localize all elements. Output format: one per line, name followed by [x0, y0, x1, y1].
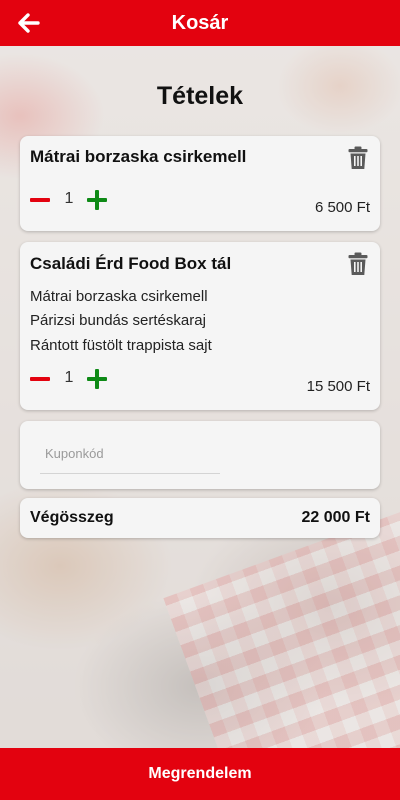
plus-icon[interactable] — [86, 368, 108, 390]
item-price: 6 500 Ft — [314, 199, 370, 216]
item-price: 15 500 Ft — [306, 378, 370, 395]
order-button[interactable]: Megrendelem — [0, 748, 400, 800]
quantity-value: 1 — [64, 190, 74, 207]
coupon-input[interactable]: Kuponkód — [45, 446, 104, 461]
sub-item-label: Párizsi bundás sertéskaraj — [30, 312, 206, 329]
sub-item-label: Mátrai borzaska csirkemell — [30, 288, 208, 305]
order-button-label: Megrendelem — [148, 765, 252, 782]
total-card: Végösszeg 22 000 Ft — [20, 498, 380, 538]
quantity-value: 1 — [64, 369, 74, 386]
sub-item-label: Rántott füstölt trappista sajt — [30, 337, 212, 354]
minus-icon[interactable] — [29, 189, 51, 211]
cart-item-name: Családi Érd Food Box tál — [30, 254, 232, 273]
coupon-underline — [40, 473, 220, 474]
trash-icon[interactable] — [348, 146, 368, 170]
trash-icon[interactable] — [348, 252, 368, 276]
top-bar: Kosár — [0, 0, 400, 46]
cart-item-name: Mátrai borzaska csirkemell — [30, 147, 247, 166]
coupon-card: Kuponkód — [20, 421, 380, 489]
cart-item-card: Mátrai borzaska csirkemell 1 6 500 Ft — [20, 136, 380, 231]
page-title: Kosár — [171, 11, 229, 34]
minus-icon[interactable] — [29, 368, 51, 390]
back-button[interactable] — [14, 9, 44, 37]
section-heading: Tételek — [156, 82, 244, 110]
arrow-left-icon — [18, 13, 40, 33]
total-value: 22 000 Ft — [301, 509, 370, 526]
total-label: Végösszeg — [30, 509, 114, 526]
cart-item-card: Családi Érd Food Box tál Mátrai borzaska… — [20, 242, 380, 410]
plus-icon[interactable] — [86, 189, 108, 211]
